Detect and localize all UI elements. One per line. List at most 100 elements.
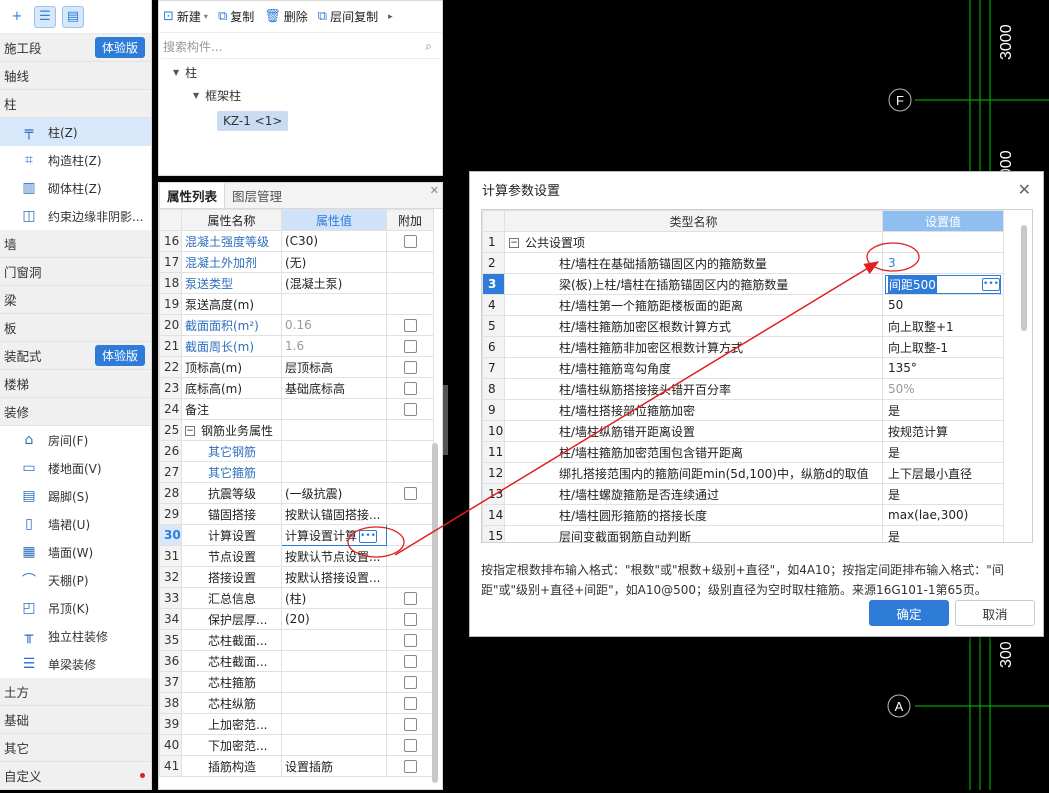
setting-row[interactable]: 11 柱/墙柱箍筋加密范围包含错开距离是 bbox=[482, 441, 1004, 463]
extra-checkbox[interactable] bbox=[403, 613, 417, 626]
nav-category-mid-0[interactable]: 墙 bbox=[0, 230, 151, 258]
nav-item-beam-decoration[interactable]: ☰ 单梁装修 bbox=[0, 650, 151, 678]
property-row[interactable]: 30 计算设置 计算设置计算 ••• bbox=[159, 524, 434, 546]
extra-cell[interactable] bbox=[386, 587, 434, 609]
nav-category-mid-6[interactable]: 装修 bbox=[0, 398, 151, 426]
property-row[interactable]: 25− 钢筋业务属性 bbox=[159, 419, 434, 441]
property-value[interactable] bbox=[281, 692, 387, 714]
property-value[interactable]: 1.6 bbox=[281, 335, 387, 357]
extra-checkbox[interactable] bbox=[403, 319, 417, 332]
property-row[interactable]: 17 混凝土外加剂 (无) bbox=[159, 251, 434, 273]
add-icon[interactable]: + bbox=[6, 6, 28, 28]
property-row[interactable]: 29 锚固搭接 按默认锚固搭接... bbox=[159, 503, 434, 525]
property-value[interactable]: (一级抗震) bbox=[281, 482, 387, 504]
property-value[interactable]: (混凝土泵) bbox=[281, 272, 387, 294]
setting-value[interactable]: 是 bbox=[882, 483, 1004, 505]
setting-row[interactable]: 7 柱/墙柱箍筋弯勾角度 135° bbox=[482, 357, 1004, 379]
extra-checkbox[interactable] bbox=[403, 655, 417, 668]
property-value[interactable]: 层顶标高 bbox=[281, 356, 387, 378]
ellipsis-button[interactable]: ••• bbox=[982, 277, 1000, 291]
property-row[interactable]: 27 其它箍筋 bbox=[159, 461, 434, 483]
extra-cell[interactable] bbox=[386, 608, 434, 630]
nav-item-column[interactable]: ╤ 柱(Z) bbox=[0, 118, 151, 146]
setting-row[interactable]: 3 梁(板)上柱/墙柱在插筋锚固区内的箍筋数量 间距500 ••• bbox=[482, 273, 1004, 295]
property-row[interactable]: 28 抗震等级 (一级抗震) bbox=[159, 482, 434, 504]
property-row[interactable]: 33 汇总信息 (柱) bbox=[159, 587, 434, 609]
collapse-icon[interactable]: − bbox=[509, 238, 519, 248]
property-row[interactable]: 40 下加密范... bbox=[159, 734, 434, 756]
property-row[interactable]: 32 搭接设置 按默认搭接设置... bbox=[159, 566, 434, 588]
property-row[interactable]: 38 芯柱纵筋 bbox=[159, 692, 434, 714]
property-value[interactable]: 设置插筋 bbox=[281, 755, 387, 777]
trial-badge[interactable]: 体验版 bbox=[94, 37, 145, 58]
setting-value[interactable]: 向上取整-1 bbox=[882, 336, 1004, 358]
extra-checkbox[interactable] bbox=[403, 340, 417, 353]
setting-value[interactable]: 50 bbox=[882, 294, 1004, 316]
extra-cell[interactable] bbox=[386, 713, 434, 735]
nav-category-top-1[interactable]: 轴线 bbox=[0, 62, 151, 90]
extra-checkbox[interactable] bbox=[403, 676, 417, 689]
property-value[interactable]: 按默认节点设置... bbox=[281, 545, 387, 567]
nav-item-column-decoration[interactable]: ╥ 独立柱装修 bbox=[0, 622, 151, 650]
delete-button[interactable]: 🗑 删除 bbox=[264, 8, 308, 25]
setting-value[interactable]: 135° bbox=[882, 357, 1004, 379]
property-value[interactable] bbox=[281, 629, 387, 651]
setting-value[interactable]: 间距500 ••• bbox=[882, 273, 1004, 295]
tree-node-column[interactable]: ▼ 柱 bbox=[159, 61, 442, 84]
setting-value[interactable]: 是 bbox=[882, 525, 1004, 542]
collapse-icon[interactable]: − bbox=[185, 426, 195, 436]
setting-row[interactable]: 6 柱/墙柱箍筋非加密区根数计算方式 向上取整-1 bbox=[482, 336, 1004, 358]
setting-row[interactable]: 10 柱/墙柱纵筋错开距离设置 按规范计算 bbox=[482, 420, 1004, 442]
extra-checkbox[interactable] bbox=[403, 403, 417, 416]
property-row[interactable]: 20 截面面积(m²) 0.16 bbox=[159, 314, 434, 336]
component-search-input[interactable]: 搜索构件... ⌕ bbox=[161, 35, 440, 59]
nav-category-bottom-3[interactable]: 自定义 bbox=[0, 762, 151, 790]
property-row[interactable]: 36 芯柱截面... bbox=[159, 650, 434, 672]
tab-property-list[interactable]: 属性列表 bbox=[159, 182, 226, 208]
detail-view-icon[interactable]: ▤ bbox=[62, 5, 84, 28]
more-arrow-icon[interactable]: ▸ bbox=[388, 12, 393, 22]
property-value[interactable]: 0.16 bbox=[281, 314, 387, 336]
property-value[interactable]: (C30) bbox=[281, 230, 387, 252]
nav-category-mid-1[interactable]: 门窗洞 bbox=[0, 258, 151, 286]
setting-value[interactable]: 3 bbox=[882, 252, 1004, 274]
nav-category-bottom-1[interactable]: 基础 bbox=[0, 706, 151, 734]
setting-value[interactable] bbox=[882, 231, 1004, 253]
extra-checkbox[interactable] bbox=[403, 487, 417, 500]
property-scrollbar[interactable] bbox=[432, 443, 438, 783]
extra-checkbox[interactable] bbox=[403, 592, 417, 605]
extra-cell[interactable] bbox=[386, 377, 434, 399]
nav-item-dado[interactable]: ▯ 墙裙(U) bbox=[0, 510, 151, 538]
setting-value[interactable]: 上下层最小直径 bbox=[882, 462, 1004, 484]
tree-node-kz1[interactable]: KZ-1 <1> bbox=[159, 107, 442, 134]
setting-value[interactable]: 向上取整+1 bbox=[882, 315, 1004, 337]
search-icon[interactable]: ⌕ bbox=[425, 39, 432, 54]
property-value[interactable] bbox=[281, 461, 387, 483]
floor-copy-button[interactable]: ⧉ 层间复制 bbox=[318, 8, 378, 25]
property-value[interactable] bbox=[281, 440, 387, 462]
tab-layer-management[interactable]: 图层管理 bbox=[225, 183, 289, 208]
setting-value[interactable]: max(lae,300) bbox=[882, 504, 1004, 526]
collapse-arrow-icon[interactable]: ▼ bbox=[173, 68, 179, 77]
property-value[interactable] bbox=[281, 713, 387, 735]
setting-row[interactable]: 5 柱/墙柱箍筋加密区根数计算方式 向上取整+1 bbox=[482, 315, 1004, 337]
property-row[interactable]: 35 芯柱截面... bbox=[159, 629, 434, 651]
property-row[interactable]: 21 截面周长(m) 1.6 bbox=[159, 335, 434, 357]
extra-cell[interactable] bbox=[386, 356, 434, 378]
nav-category-mid-3[interactable]: 板 bbox=[0, 314, 151, 342]
setting-row[interactable]: 14 柱/墙柱圆形箍筋的搭接长度 max(lae,300) bbox=[482, 504, 1004, 526]
extra-cell[interactable] bbox=[386, 650, 434, 672]
extra-checkbox[interactable] bbox=[403, 739, 417, 752]
property-value[interactable]: (无) bbox=[281, 251, 387, 273]
property-row[interactable]: 19 泵送高度(m) bbox=[159, 293, 434, 315]
extra-checkbox[interactable] bbox=[403, 382, 417, 395]
property-value[interactable] bbox=[281, 650, 387, 672]
setting-row[interactable]: 9 柱/墙柱搭接部位箍筋加密是 bbox=[482, 399, 1004, 421]
extra-checkbox[interactable] bbox=[403, 361, 417, 374]
setting-row[interactable]: 12 绑扎搭接范围内的箍筋间距min(5d,100)中，纵筋d的取值 上下层最小直径 bbox=[482, 462, 1004, 484]
property-value[interactable] bbox=[281, 293, 387, 315]
nav-category-mid-4[interactable]: 装配式 体验版 bbox=[0, 342, 151, 370]
setting-row[interactable]: 13 柱/墙柱螺旋箍筋是否连续通过是 bbox=[482, 483, 1004, 505]
setting-value[interactable]: 50% bbox=[882, 378, 1004, 400]
extra-checkbox[interactable] bbox=[403, 718, 417, 731]
